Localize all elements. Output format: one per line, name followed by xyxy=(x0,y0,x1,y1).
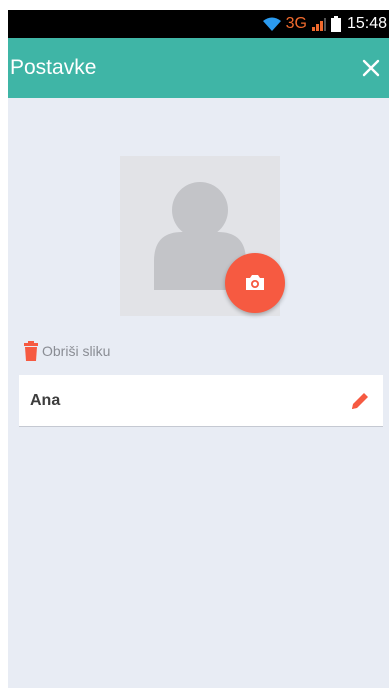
name-value: Ana xyxy=(30,392,61,409)
wifi-icon xyxy=(262,17,281,31)
battery-icon xyxy=(330,16,341,32)
status-bar: 3G 15:48 xyxy=(8,10,389,38)
settings-screen: 3G 15:48 Postavke Obriši sliku Ana xyxy=(8,10,389,688)
app-bar: Postavke xyxy=(8,38,389,98)
signal-icon xyxy=(311,18,326,31)
name-field[interactable]: Ana xyxy=(19,375,383,427)
page-title: Postavke xyxy=(10,56,97,79)
trash-icon xyxy=(24,341,38,361)
delete-photo-button[interactable]: Obriši sliku xyxy=(23,340,110,362)
delete-photo-label: Obriši sliku xyxy=(42,343,111,359)
change-photo-button[interactable] xyxy=(225,253,285,313)
camera-icon xyxy=(246,275,264,290)
pencil-icon[interactable] xyxy=(349,390,371,412)
network-type: 3G xyxy=(285,15,307,32)
close-icon[interactable] xyxy=(359,56,383,80)
status-icons: 3G 15:48 xyxy=(262,15,387,33)
status-clock: 15:48 xyxy=(346,15,387,32)
